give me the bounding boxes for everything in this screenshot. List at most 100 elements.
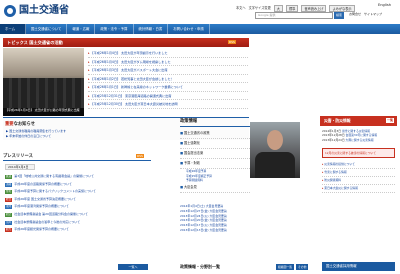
policy-link[interactable]: 国土交通省の政策 [180, 129, 250, 139]
press-rss-button[interactable]: RSS [136, 154, 144, 158]
press-item-text: 平成26年度の道路関係予算の概要について [14, 181, 72, 186]
skip-to-content-link[interactable]: 本文へ [236, 5, 246, 12]
topic-item[interactable]: 【平成25年12月31日】 東京港臨海道路の開通式典に出席 [88, 92, 248, 100]
sitemap-link[interactable]: サイトマップ [364, 12, 382, 16]
disaster-link[interactable]: 災害情報の提供について [322, 161, 395, 170]
search-button[interactable]: 検索 [334, 12, 344, 19]
category-badge: 河川 [5, 220, 13, 225]
policy-info: 政策情報 国土交通省の政策 国土強靭化 国会提出法案 予算・財政 平成26年度予… [180, 117, 250, 193]
notice-items: ▶ 国土交通省職員の職員募集を行っています ▶ 年末年始の休日の窓口について [6, 129, 66, 139]
header-tools: お問合せ サイトマップ [349, 12, 382, 16]
recruit-button[interactable]: 国土交通省採用情報 [322, 262, 395, 271]
press-item[interactable]: 総合 平成26年度 国土交通省予算決定概要について [5, 196, 150, 204]
category-badge: 航空 [5, 212, 13, 217]
press-item-text: 平成26年度港湾関係予算の概要について [14, 204, 69, 209]
press-item[interactable]: 住宅 平成26年度予算に関するパブリックコメントの実施について [5, 188, 150, 196]
press-item-text: 第3回「地域公共交通に関する有識者会議」の開催について [14, 174, 95, 178]
press-more-button[interactable]: 一覧へ [118, 264, 148, 270]
disaster-text: 豪雪に関する災害情報 [341, 129, 370, 133]
press-item[interactable]: 観光 平成26年度観光関係予算の概要について [5, 226, 150, 234]
topic-item[interactable]: 【平成26年1月1日】 新幹線と在来線のネットワーク整備について [88, 83, 248, 92]
disaster-items: 2014年1月3日 豪雪に関する災害情報 2013年12月28日 台風第30号に… [320, 126, 397, 145]
topic-item[interactable]: 【平成26年1月4日】 太田大臣がダム現場を視察しました [88, 58, 248, 66]
disaster-date: 2013年12月24日 [322, 137, 345, 142]
disaster-link[interactable]: 防災関係資料 [322, 177, 395, 186]
press-date-tab[interactable]: 2014年1月4日 [5, 164, 35, 170]
category-badge: 港湾 [5, 205, 13, 210]
voice-reading-button[interactable]: 音声読み上げ [301, 5, 327, 12]
nav-policy[interactable]: 政策・法令・予算 [95, 24, 134, 34]
group-photo-image [3, 78, 84, 108]
site-title[interactable]: 国土交通省 [19, 5, 69, 17]
policy-field-list-title: 政策情報・分野別一覧 [180, 264, 220, 269]
disaster-item[interactable]: 2013年12月24日 大雨に関する災害情報 [322, 138, 395, 142]
press-item[interactable]: 河川 社会資本整備審議会の答申と今後の対応について [5, 219, 150, 227]
nav-home[interactable]: ホーム [0, 24, 26, 34]
disaster-title: 災害・防災情報 [324, 118, 351, 123]
press-item-text: 平成26年度 国土交通省予算決定概要について [14, 196, 76, 201]
press-item-text: 社会資本整備審議会 第20回道路分科会の開催について [14, 211, 88, 216]
press-item[interactable]: 鉄道 第3回「地域公共交通に関する有識者会議」の開催について [5, 173, 150, 181]
other-button[interactable]: その他 [296, 264, 309, 270]
disaster-alert[interactable]: 12月の災害に関する被害の情報について [322, 148, 395, 159]
conference-link[interactable]: 2013年12月13日(金) 大臣会見要旨 [180, 228, 300, 233]
ministry-logo-icon[interactable] [4, 5, 16, 17]
policy-link[interactable]: 国会提出法案 [180, 149, 250, 159]
disaster-sidebar: 災害・防災情報 一覧 2014年1月3日 豪雪に関する災害情報 2013年12月… [320, 116, 397, 274]
press-item[interactable]: 港湾 平成26年度港湾関係予算の概要について [5, 203, 150, 211]
font-size-standard-button[interactable]: 標準 [285, 5, 299, 12]
font-size-label: 文字サイズ変更 [248, 6, 271, 10]
disaster-text: 台風第30号に関する情報 [345, 133, 378, 138]
policy-link[interactable]: 国土強靭化 [180, 139, 250, 149]
nav-statistics[interactable]: 統計情報・白書 [134, 24, 169, 34]
press-item-text: 平成26年度観光関係予算の概要について [14, 227, 69, 232]
search-input[interactable]: Google 提供 [255, 12, 333, 19]
nav-press[interactable]: 報道・広報 [67, 24, 96, 34]
nav-about[interactable]: 国土交通省について [26, 24, 68, 34]
category-badge: 道路 [5, 182, 13, 187]
press-item[interactable]: 道路 平成26年度の道路関係予算の概要について [5, 181, 150, 189]
minister-photo[interactable] [250, 122, 300, 178]
press-conference-list: 2014年1月4日(土) 大臣会見要旨 2013年12月27日(金) 大臣会見要… [180, 204, 300, 233]
global-nav: ホーム 国土交通省について 報道・広報 政策・法令・予算 統計情報・白書 お問い… [0, 24, 400, 34]
category-badge: 観光 [5, 228, 13, 233]
org-chart-button[interactable]: 組織図一覧 [276, 264, 294, 270]
disaster-list-button[interactable]: 一覧 [385, 118, 394, 123]
topic-item[interactable]: 【平成26年1月4日】 太田大臣が年頭訓示を行いました [88, 49, 248, 58]
english-link[interactable]: English [378, 3, 391, 7]
disaster-date: 2014年1月3日 [322, 129, 342, 133]
contact-link[interactable]: お問合せ [349, 12, 361, 16]
topic-photo[interactable]: 【平成26年1月4日】 太田大臣が公職の年頭式典に出席 [3, 48, 84, 116]
press-item[interactable]: 航空 社会資本整備審議会 第20回道路分科会の開催について [5, 211, 150, 219]
photo-caption: 【平成26年1月4日】 太田大臣が公職の年頭式典に出席 [3, 108, 84, 116]
notice-title-text: なお知らせ [13, 122, 35, 127]
topic-list: 【平成26年1月4日】 太田大臣が年頭訓示を行いました 【平成26年1月4日】 … [88, 49, 248, 109]
font-size-large-button[interactable]: 大 [273, 5, 283, 12]
notice-item[interactable]: ▶ 年末年始の休日の窓口について [6, 134, 66, 139]
press-release-header: プレスリリース [3, 152, 151, 161]
topic-item[interactable]: 【平成25年12月30日】 太田大臣が東日本大震災被災地を訪問 [88, 100, 248, 109]
notice-title: 重要なお知らせ [5, 121, 35, 127]
calendar-title[interactable]: 大臣会見 [180, 183, 250, 193]
disaster-link[interactable]: 東日本大震災に関する情報 [322, 185, 395, 194]
category-badge: 鉄道 [5, 175, 13, 179]
minister-head-image [267, 130, 283, 150]
topics-rss-button[interactable]: RSS [228, 40, 236, 44]
category-badge: 住宅 [5, 190, 13, 195]
policy-title: 政策情報 [180, 117, 250, 127]
topic-item[interactable]: 【平成26年1月2日】 若松知事と太田大臣が会談しました！ [88, 75, 248, 83]
disaster-text: 大雨に関する災害情報 [345, 137, 374, 142]
topic-item[interactable]: 【平成26年1月3日】 太田大臣がパスポート大会に出席 [88, 66, 248, 75]
policy-bottom-buttons: 組織図一覧 その他 [276, 264, 309, 270]
press-release-list: 鉄道 第3回「地域公共交通に関する有識者会議」の開催について 道路 平成26年度の道… [5, 173, 150, 234]
disaster-link[interactable]: 雪害に関する情報 [322, 169, 395, 178]
policy-link[interactable]: 予算・財政 [180, 159, 250, 169]
nav-contact[interactable]: お問い合わせ・申請 [168, 24, 210, 34]
policy-links: 国土交通省の政策 国土強靭化 国会提出法案 予算・財政 平成26年度予算 平成2… [180, 129, 250, 193]
furigana-button[interactable]: よみがな表示 [329, 5, 355, 12]
disaster-links: 災害情報の提供について 雪害に関する情報 防災関係資料 東日本大震災に関する情報 [320, 158, 397, 196]
press-item-text: 社会資本整備審議会の答申と今後の対応について [14, 219, 81, 224]
notice-highlight: 重要 [5, 122, 14, 127]
press-release-title: プレスリリース [3, 154, 33, 159]
utility-links: 本文へ 文字サイズ変更 大 標準 音声読み上げ よみがな表示 [236, 5, 355, 12]
